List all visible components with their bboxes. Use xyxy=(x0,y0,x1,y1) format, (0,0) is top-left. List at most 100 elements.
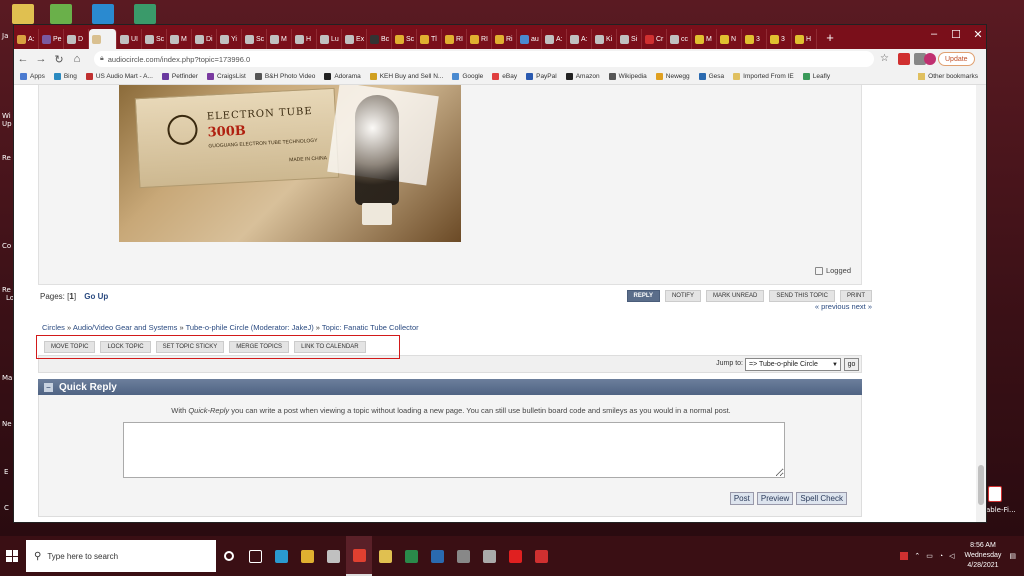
browser-tab[interactable]: D xyxy=(64,29,89,49)
browser-tab[interactable]: A: xyxy=(542,29,567,49)
bookmark-item[interactable]: Adorama xyxy=(324,73,361,80)
browser-tab[interactable]: M xyxy=(167,29,192,49)
chevron-up-icon[interactable]: ⌃ xyxy=(914,552,920,560)
browser-tab[interactable]: M xyxy=(692,29,717,49)
clock[interactable]: 8:56 AM Wednesday 4/28/2021 xyxy=(965,541,1002,571)
browser-tab[interactable]: H xyxy=(292,29,317,49)
reload-icon[interactable]: ↻ xyxy=(50,53,68,66)
browser-tab[interactable]: Si xyxy=(617,29,642,49)
bookmark-item[interactable]: Wikipedia xyxy=(608,73,647,80)
browser-tab[interactable]: au xyxy=(517,29,542,49)
desktop-app-icon[interactable] xyxy=(134,4,156,24)
page-scrollbar[interactable] xyxy=(976,85,986,522)
print-button[interactable]: PRINT xyxy=(840,290,872,302)
home-icon[interactable]: ⌂ xyxy=(68,53,86,65)
browser-tab[interactable]: Bc xyxy=(367,29,392,49)
reply-button[interactable]: REPLY xyxy=(626,290,660,302)
preview-button[interactable]: Preview xyxy=(756,492,794,505)
acrobat-tray-icon[interactable] xyxy=(900,552,909,560)
browser-tab[interactable]: cc xyxy=(667,29,692,49)
bookmark-item[interactable]: Bing xyxy=(53,73,77,80)
bookmark-item[interactable]: Leafly xyxy=(802,73,830,80)
browser-tab[interactable]: Lu xyxy=(317,29,342,49)
breadcrumb-moderator[interactable]: (Moderator: JakeJ) xyxy=(251,323,314,332)
browser-tab[interactable]: Di xyxy=(192,29,217,49)
network-icon[interactable]: ◔ xyxy=(939,553,943,560)
bookmark-item[interactable]: Petfinder xyxy=(161,73,198,80)
browser-tab[interactable]: Sc xyxy=(242,29,267,49)
bookmark-item[interactable]: KEH Buy and Sell N... xyxy=(369,73,443,80)
bookmark-item[interactable]: CraigsList xyxy=(206,73,246,80)
browser-tab[interactable]: H xyxy=(792,29,817,49)
browser-tab[interactable]: A: xyxy=(567,29,592,49)
post-button[interactable]: Post xyxy=(729,492,754,505)
collapse-icon[interactable]: – xyxy=(44,382,53,392)
quick-reply-textarea[interactable] xyxy=(123,422,785,478)
merge-topics-button[interactable]: MERGE TOPICS xyxy=(229,341,290,353)
taskbar-app-app[interactable] xyxy=(450,536,476,576)
taskbar-app-edge[interactable] xyxy=(268,536,294,576)
taskbar-app-opera[interactable] xyxy=(502,536,528,576)
bookmark-item[interactable]: PayPal xyxy=(526,73,557,80)
move-topic-button[interactable]: MOVE TOPIC xyxy=(44,341,96,353)
start-button[interactable] xyxy=(0,536,24,576)
notifications-icon[interactable]: ▤ xyxy=(1009,552,1016,560)
profile-avatar[interactable] xyxy=(924,53,936,65)
new-tab-button[interactable]: + xyxy=(821,30,839,45)
taskbar-app-store[interactable] xyxy=(320,536,346,576)
jump-select[interactable]: => Tube-o-phile Circle ▼ xyxy=(745,358,841,371)
link-calendar-button[interactable]: LINK TO CALENDAR xyxy=(294,341,366,353)
browser-tab[interactable]: Yi xyxy=(217,29,242,49)
bookmark-item[interactable]: Google xyxy=(452,73,483,80)
browser-tab[interactable]: A: xyxy=(14,29,39,49)
taskbar-app-cortana[interactable] xyxy=(216,536,242,576)
volume-icon[interactable]: ◁ xyxy=(949,552,954,560)
browser-tab[interactable]: 3 xyxy=(767,29,792,49)
prev-next-link[interactable]: « previous next » xyxy=(815,302,872,311)
browser-tab[interactable]: RI xyxy=(467,29,492,49)
breadcrumb-circles[interactable]: Circles xyxy=(42,323,65,332)
lock-topic-button[interactable]: LOCK TOPIC xyxy=(100,341,151,353)
bookmark-item[interactable]: Imported From IE xyxy=(733,73,794,80)
acrobat-extension-icon[interactable] xyxy=(898,53,910,65)
close-icon[interactable]: ✕ xyxy=(964,28,992,41)
taskbar-app-chrome[interactable] xyxy=(346,536,372,576)
back-icon[interactable]: ← xyxy=(14,53,32,65)
taskbar-app-folder[interactable] xyxy=(372,536,398,576)
forward-icon[interactable]: → xyxy=(32,53,50,65)
bookmark-star-icon[interactable]: ☆ xyxy=(880,53,892,65)
taskbar-app-excel[interactable] xyxy=(398,536,424,576)
address-bar[interactable]: 🔒︎ audiocircle.com/index.php?topic=17399… xyxy=(94,51,874,67)
bookmark-item[interactable]: B&H Photo Video xyxy=(254,73,315,80)
browser-tab[interactable]: Sc xyxy=(392,29,417,49)
breadcrumb-topic[interactable]: Topic: Fanatic Tube Collector xyxy=(322,323,419,332)
breadcrumb-av-gear[interactable]: Audio/Video Gear and Systems xyxy=(73,323,178,332)
browser-tab[interactable]: Ki xyxy=(592,29,617,49)
pdf-file-icon[interactable] xyxy=(988,486,1002,502)
taskbar-search[interactable]: ⚲ Type here to search xyxy=(26,540,216,572)
browser-tab[interactable]: RI xyxy=(442,29,467,49)
breadcrumb-tube-circle[interactable]: Tube-o-phile Circle xyxy=(186,323,249,332)
battery-icon[interactable]: ▭ xyxy=(926,552,933,560)
desktop-file-icon[interactable] xyxy=(12,4,34,24)
browser-tab[interactable]: 3 xyxy=(742,29,767,49)
update-button[interactable]: Update xyxy=(938,52,975,66)
bookmark-item[interactable]: US Audio Mart - A... xyxy=(85,73,153,80)
browser-tab[interactable]: Ri xyxy=(492,29,517,49)
go-up-link[interactable]: Go Up xyxy=(84,292,108,301)
browser-tab[interactable]: Ex xyxy=(342,29,367,49)
taskbar-app-acrobat[interactable] xyxy=(528,536,554,576)
other-bookmarks[interactable]: Other bookmarks xyxy=(918,73,978,80)
desktop-app-icon[interactable] xyxy=(50,4,72,24)
scroll-thumb[interactable] xyxy=(978,465,984,505)
browser-tab[interactable]: Cr xyxy=(642,29,667,49)
taskbar-app-task-view[interactable] xyxy=(242,536,268,576)
bookmark-item[interactable]: Apps xyxy=(20,73,45,80)
browser-tab[interactable]: Sc xyxy=(142,29,167,49)
desktop-app-icon[interactable] xyxy=(92,4,114,24)
taskbar-app-explorer[interactable] xyxy=(294,536,320,576)
bookmark-item[interactable]: Gesa xyxy=(698,73,724,80)
taskbar-app-outlook[interactable] xyxy=(424,536,450,576)
sticky-topic-button[interactable]: SET TOPIC STICKY xyxy=(155,341,225,353)
mark-unread-button[interactable]: MARK UNREAD xyxy=(705,290,765,302)
